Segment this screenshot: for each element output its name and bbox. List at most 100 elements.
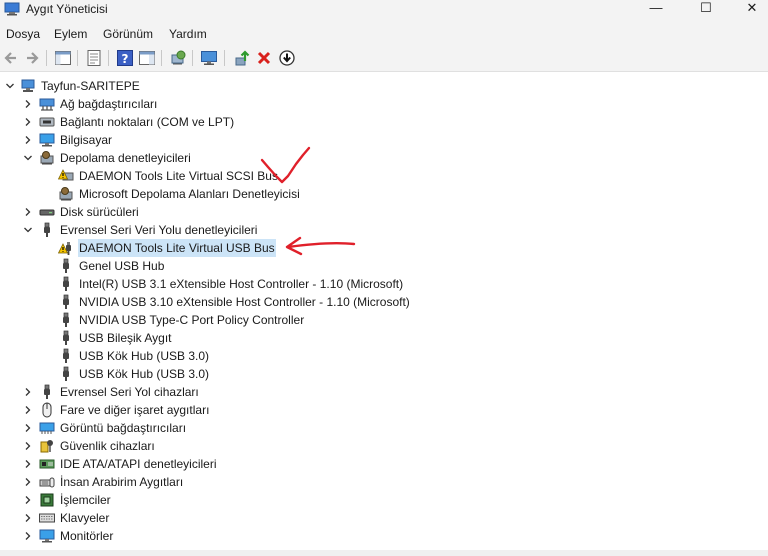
tree-label: İnsan Arabirim Aygıtları <box>60 475 184 489</box>
chevron-down-icon[interactable] <box>23 225 33 235</box>
chevron-down-icon[interactable] <box>23 153 33 163</box>
tree-label: DAEMON Tools Lite Virtual USB Bus <box>78 239 276 257</box>
chevron-right-icon[interactable] <box>23 387 33 397</box>
tree-label: Intel(R) USB 3.1 eXtensible Host Control… <box>79 277 404 291</box>
chevron-right-icon[interactable] <box>23 513 33 523</box>
tree-row-security-devices[interactable]: Güvenlik cihazları <box>0 437 768 455</box>
processor-icon <box>40 493 54 507</box>
minimize-button[interactable]: — <box>633 0 679 16</box>
display-adapter-icon <box>39 422 55 434</box>
tree-row-ide-ata[interactable]: IDE ATA/ATAPI denetleyicileri <box>0 455 768 473</box>
menu-dosya[interactable]: Dosya <box>6 27 40 41</box>
disk-drive-icon <box>39 209 55 216</box>
ide-controller-icon <box>39 459 55 469</box>
tree-row-processors[interactable]: İşlemciler <box>0 491 768 509</box>
close-button[interactable]: ✕ <box>729 0 768 16</box>
tree-label: Tayfun-SARITEPE <box>41 79 140 93</box>
tree-label: Disk sürücüleri <box>60 205 139 219</box>
chevron-right-icon[interactable] <box>23 207 33 217</box>
tree-label: Monitörler <box>60 529 114 543</box>
back-arrow-icon[interactable] <box>2 49 20 67</box>
tree-row-mice[interactable]: Fare ve diğer işaret aygıtları <box>0 401 768 419</box>
horizontal-scrollbar[interactable] <box>0 550 768 556</box>
tree-row-disk-drives[interactable]: Disk sürücüleri <box>0 203 768 221</box>
tree-row-ports[interactable]: Bağlantı noktaları (COM ve LPT) <box>0 113 768 131</box>
mouse-icon <box>42 402 52 418</box>
maximize-button[interactable]: ☐ <box>683 0 729 16</box>
chevron-right-icon[interactable] <box>23 117 33 127</box>
keyboard-icon <box>39 513 55 523</box>
scan-hardware-icon[interactable] <box>169 49 187 67</box>
usb-icon <box>63 366 69 381</box>
usb-icon <box>63 294 69 309</box>
menu-yardim[interactable]: Yardım <box>169 27 207 41</box>
chevron-right-icon[interactable] <box>23 477 33 487</box>
menu-eylem[interactable]: Eylem <box>54 27 87 41</box>
window-title: Aygıt Yöneticisi <box>26 2 108 16</box>
tree-row-computer[interactable]: Bilgisayar <box>0 131 768 149</box>
tree-label: Bilgisayar <box>60 133 113 147</box>
monitor-icon[interactable] <box>200 49 218 67</box>
tree-label: Görüntü bağdaştırıcıları <box>60 421 187 435</box>
usb-icon <box>63 276 69 291</box>
help-icon[interactable]: ? <box>116 49 134 67</box>
tree-row-nvidia-typec[interactable]: NVIDIA USB Type-C Port Policy Controller <box>0 311 768 329</box>
chevron-right-icon[interactable] <box>23 405 33 415</box>
chevron-right-icon[interactable] <box>23 459 33 469</box>
hid-icon <box>39 477 55 488</box>
tree-label: Güvenlik cihazları <box>60 439 155 453</box>
tree-row-storage-controllers[interactable]: Depolama denetleyicileri <box>0 149 768 167</box>
download-icon[interactable] <box>278 49 296 67</box>
chevron-right-icon[interactable] <box>23 441 33 451</box>
console-tree-icon[interactable] <box>54 49 72 67</box>
tree-label: IDE ATA/ATAPI denetleyicileri <box>60 457 217 471</box>
tree-row-usb-root-hub[interactable]: USB Kök Hub (USB 3.0) <box>0 347 768 365</box>
tree-row-ms-storage[interactable]: Microsoft Depolama Alanları Denetleyicis… <box>0 185 768 203</box>
forward-arrow-icon[interactable] <box>23 49 41 67</box>
tree-label: Fare ve diğer işaret aygıtları <box>60 403 210 417</box>
tree-row-keyboards[interactable]: Klavyeler <box>0 509 768 527</box>
usb-icon <box>63 348 69 363</box>
tree-row-network[interactable]: Ağ bağdaştırıcıları <box>0 95 768 113</box>
tree-row-usb-controllers[interactable]: Evrensel Seri Veri Yolu denetleyicileri <box>0 221 768 239</box>
chevron-down-icon[interactable] <box>5 81 15 91</box>
uninstall-icon[interactable] <box>255 49 273 67</box>
tree-label: USB Kök Hub (USB 3.0) <box>79 367 210 381</box>
tree-row-usb-hub[interactable]: Genel USB Hub <box>0 257 768 275</box>
tree-label: Klavyeler <box>60 511 110 525</box>
usb-icon <box>44 384 50 399</box>
tree-row-usb-composite[interactable]: USB Bileşik Aygıt <box>0 329 768 347</box>
tree-label: İşlemciler <box>60 493 111 507</box>
tree-row-usb-devices[interactable]: Evrensel Seri Yol cihazları <box>0 383 768 401</box>
tree-label: USB Kök Hub (USB 3.0) <box>79 349 210 363</box>
action-view-icon[interactable] <box>138 49 156 67</box>
tree-row-hid[interactable]: İnsan Arabirim Aygıtları <box>0 473 768 491</box>
tree-label: NVIDIA USB Type-C Port Policy Controller <box>79 313 305 327</box>
tree-row-monitors[interactable]: Monitörler <box>0 527 768 545</box>
title-bar: Aygıt Yöneticisi — ☐ ✕ <box>0 0 768 20</box>
chevron-right-icon[interactable] <box>23 495 33 505</box>
tree-row-daemon-scsi[interactable]: DAEMON Tools Lite Virtual SCSI Bus <box>0 167 768 185</box>
chevron-right-icon[interactable] <box>23 423 33 433</box>
tree-label: Evrensel Seri Veri Yolu denetleyicileri <box>60 223 258 237</box>
tree-row-root[interactable]: Tayfun-SARITEPE <box>0 77 768 95</box>
toolbar-separator <box>161 50 162 66</box>
chevron-right-icon[interactable] <box>23 135 33 145</box>
tree-label: Bağlantı noktaları (COM ve LPT) <box>60 115 235 129</box>
device-tree: Tayfun-SARITEPE Ağ bağdaştırıcıları Bağl… <box>0 71 768 556</box>
chevron-right-icon[interactable] <box>23 99 33 109</box>
menu-bar: Dosya Eylem Görünüm Yardım <box>0 25 768 45</box>
toolbar-separator <box>46 50 47 66</box>
network-adapter-icon <box>39 98 55 111</box>
properties-icon[interactable] <box>85 49 103 67</box>
toolbar-separator <box>108 50 109 66</box>
update-driver-icon[interactable] <box>233 49 251 67</box>
tree-row-nvidia-usb[interactable]: NVIDIA USB 3.10 eXtensible Host Controll… <box>0 293 768 311</box>
tree-row-usb-root-hub[interactable]: USB Kök Hub (USB 3.0) <box>0 365 768 383</box>
monitor-icon <box>39 529 55 543</box>
tree-row-intel-usb[interactable]: Intel(R) USB 3.1 eXtensible Host Control… <box>0 275 768 293</box>
tree-row-daemon-usb[interactable]: DAEMON Tools Lite Virtual USB Bus <box>0 239 768 257</box>
chevron-right-icon[interactable] <box>23 531 33 541</box>
tree-row-display-adapters[interactable]: Görüntü bağdaştırıcıları <box>0 419 768 437</box>
menu-gorunum[interactable]: Görünüm <box>103 27 153 41</box>
